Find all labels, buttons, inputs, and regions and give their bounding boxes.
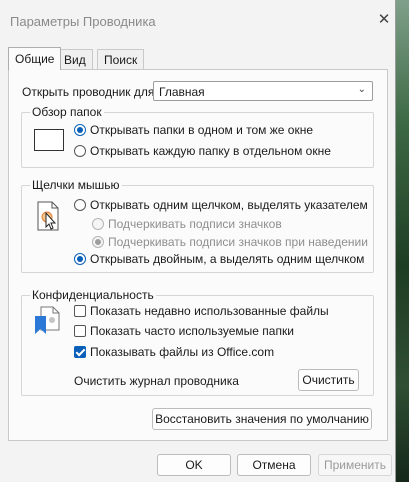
tab-general[interactable]: Общие: [8, 47, 62, 70]
tab-search[interactable]: Поиск: [97, 49, 145, 69]
separate-window-label: Открывать каждую папку в отдельном окне: [90, 144, 331, 158]
radio-underline-hover: [92, 236, 104, 248]
ok-button[interactable]: OK: [157, 454, 231, 476]
checkbox-frequent-folders[interactable]: [74, 325, 86, 337]
recent-files-label: Показать недавно использованные файлы: [90, 304, 329, 318]
office-files-label: Показывать файлы из Office.com: [90, 345, 275, 359]
open-explorer-value: Главная: [159, 85, 205, 99]
frequent-folders-label: Показать часто используемые папки: [90, 324, 294, 338]
radio-single-click[interactable]: [74, 199, 86, 211]
window-title: Параметры Проводника: [10, 14, 156, 29]
clear-button[interactable]: Очистить: [298, 369, 359, 391]
restore-defaults-button[interactable]: Восстановить значения по умолчанию: [152, 408, 372, 430]
browse-folders-group: [21, 112, 374, 168]
window-icon: [34, 129, 64, 151]
tab-view[interactable]: Вид: [57, 49, 93, 69]
underline-always-label: Подчеркивать подписи значков: [108, 217, 282, 231]
desktop-background: [396, 0, 409, 482]
privacy-icon: [35, 306, 60, 334]
underline-hover-label: Подчеркивать подписи значков при наведен…: [108, 235, 368, 249]
title-bar: Параметры Проводника ✕: [0, 0, 395, 40]
apply-button[interactable]: Применить: [318, 454, 392, 476]
radio-underline-always: [92, 218, 104, 230]
cancel-button[interactable]: Отмена: [237, 454, 311, 476]
browse-folders-legend: Обзор папок: [30, 105, 104, 119]
folder-options-dialog: Параметры Проводника ✕ Общие Вид Поиск О…: [0, 0, 396, 482]
radio-separate-window[interactable]: [74, 145, 86, 157]
clear-history-label: Очистить журнал проводника: [74, 374, 239, 388]
privacy-legend: Конфиденциальность: [30, 288, 156, 302]
checkbox-recent-files[interactable]: [74, 305, 86, 317]
checkbox-office-files[interactable]: [74, 346, 86, 358]
chevron-down-icon: ⌄: [357, 84, 366, 95]
open-explorer-select[interactable]: Главная ⌄: [153, 81, 373, 101]
mouse-click-icon: [37, 201, 59, 231]
radio-same-window[interactable]: [74, 124, 86, 136]
same-window-label: Открывать папки в одном и том же окне: [90, 123, 313, 137]
double-click-label: Открывать двойным, а выделять одним щелч…: [90, 252, 365, 266]
single-click-label: Открывать одним щелчком, выделять указат…: [90, 198, 368, 212]
click-items-legend: Щелчки мышью: [30, 178, 122, 192]
close-icon[interactable]: ✕: [374, 10, 394, 30]
radio-double-click[interactable]: [74, 253, 86, 265]
open-explorer-label: Открыть проводник для:: [22, 85, 158, 99]
